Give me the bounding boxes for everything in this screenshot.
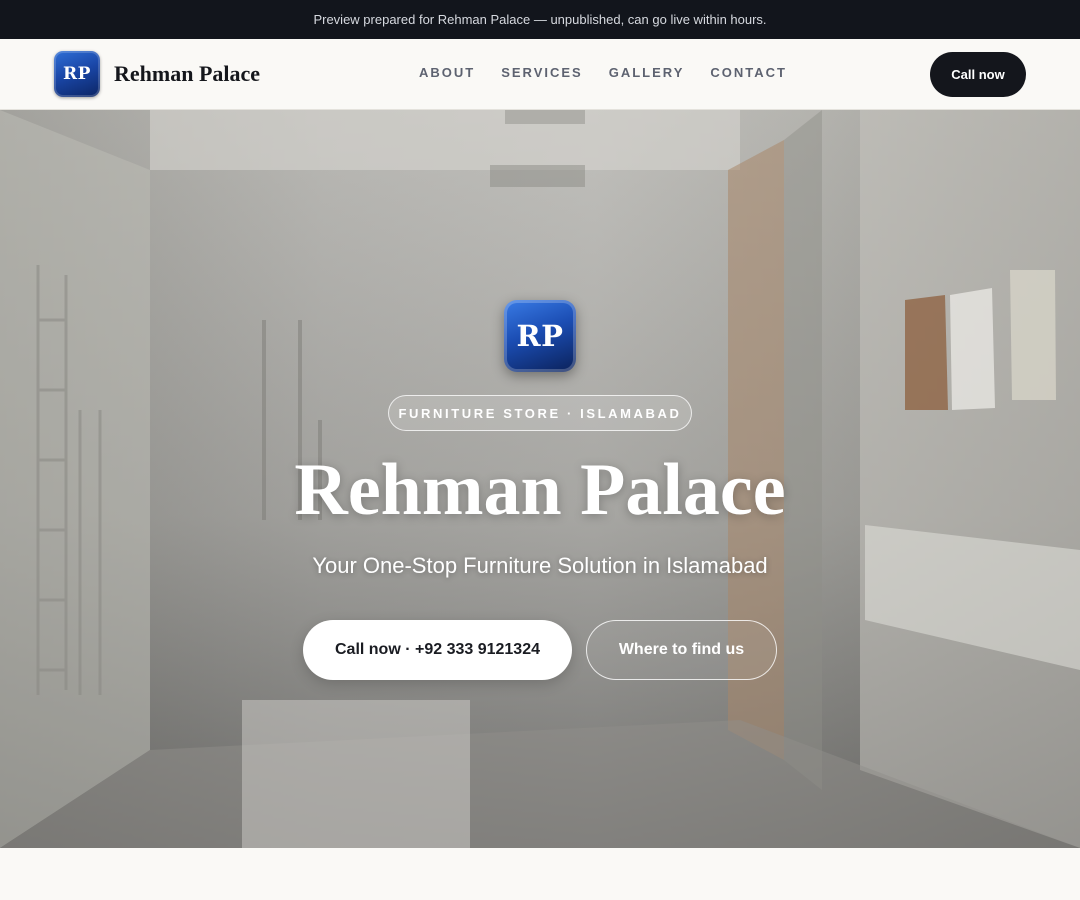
hero-directions-button[interactable]: Where to find us <box>586 620 777 680</box>
site-header: RP Rehman Palace ABOUT SERVICES GALLERY … <box>0 39 1080 110</box>
header-call-button[interactable]: Call now <box>930 52 1026 97</box>
hero-logo-icon: RP <box>504 300 576 372</box>
hero-logo-initials: RP <box>516 319 564 353</box>
preview-banner-text: Preview prepared for Rehman Palace — unp… <box>313 12 767 27</box>
main-nav: ABOUT SERVICES GALLERY CONTACT <box>406 65 800 80</box>
logo-icon[interactable]: RP <box>54 51 100 97</box>
hero-subtitle: Your One-Stop Furniture Solution in Isla… <box>312 553 768 578</box>
hero-section: RP FURNITURE STORE · ISLAMABAD Rehman Pa… <box>0 110 1080 848</box>
brand-name[interactable]: Rehman Palace <box>114 61 260 87</box>
nav-link-services[interactable]: SERVICES <box>501 65 583 80</box>
nav-link-gallery[interactable]: GALLERY <box>609 65 685 80</box>
nav-link-contact[interactable]: CONTACT <box>710 65 787 80</box>
nav-link-about[interactable]: ABOUT <box>419 65 475 80</box>
hero-title: Rehman Palace <box>294 449 786 531</box>
hero-call-button[interactable]: Call now · +92 333 9121324 <box>303 620 572 680</box>
logo-initials: RP <box>63 64 91 84</box>
preview-banner: Preview prepared for Rehman Palace — unp… <box>0 0 1080 39</box>
next-section <box>0 848 1080 900</box>
hero-eyebrow-badge: FURNITURE STORE · ISLAMABAD <box>388 395 692 431</box>
